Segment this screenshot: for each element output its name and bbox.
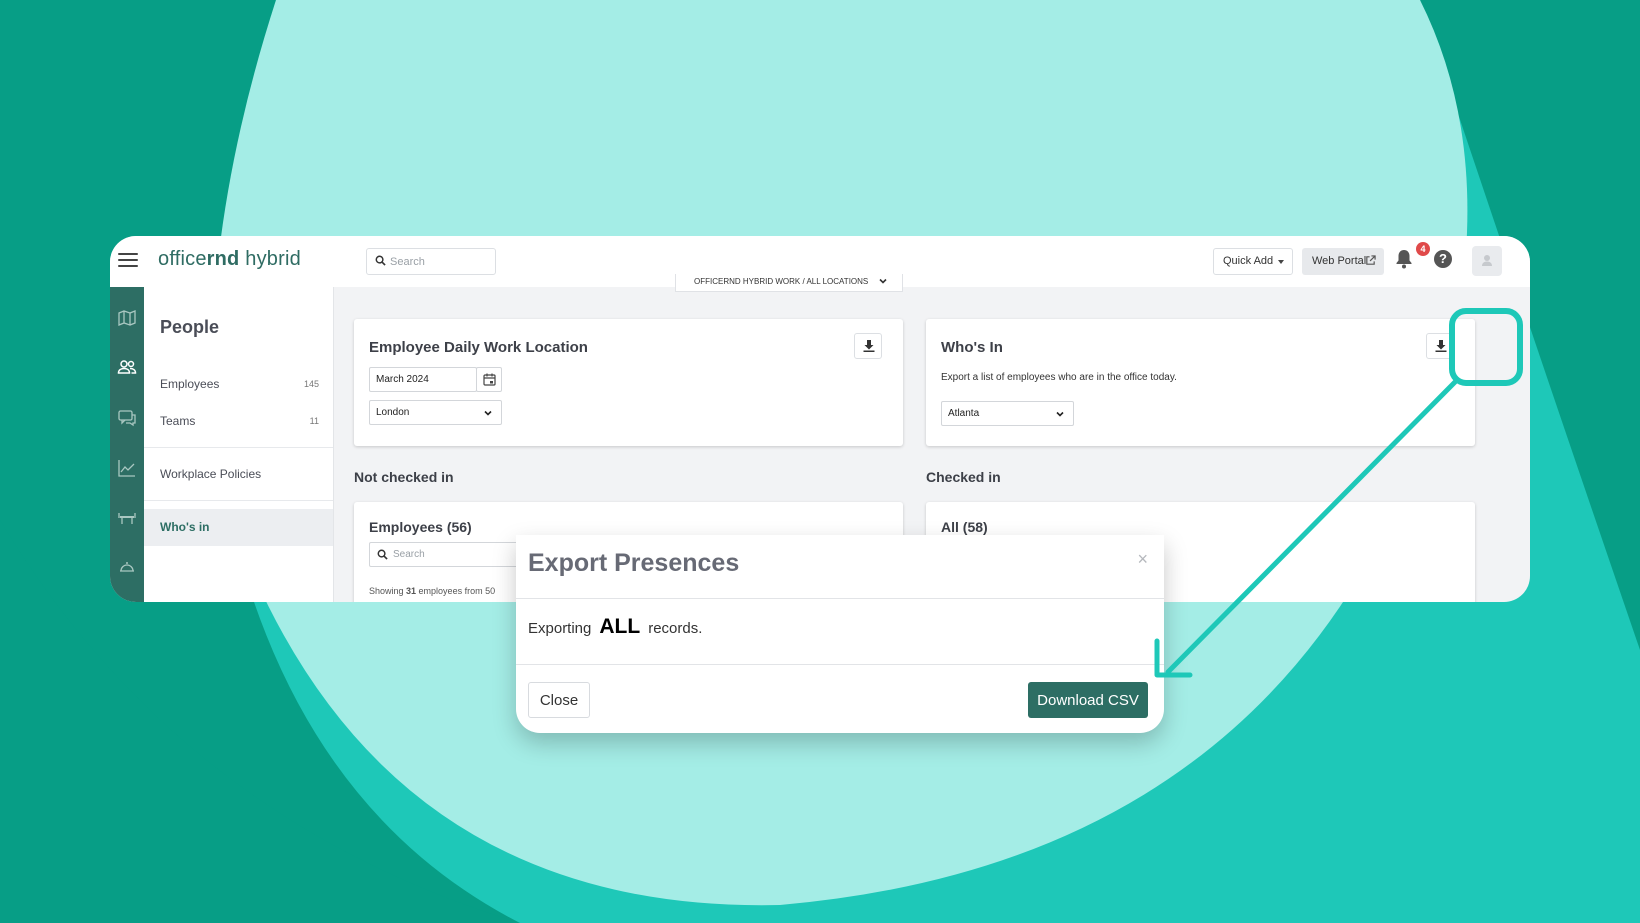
app-logo: officernd hybrid — [158, 248, 301, 270]
sidebar-title: People — [160, 317, 220, 337]
whos-in-card: Who's In Export a list of employees who … — [926, 319, 1475, 446]
web-portal-button[interactable]: Web Portal — [1302, 248, 1384, 275]
sidebar-item-workplace-policies[interactable]: Workplace Policies — [144, 457, 333, 491]
employee-search[interactable]: Search — [369, 542, 519, 567]
sidebar-divider — [144, 447, 333, 448]
modal-divider — [516, 598, 1164, 599]
whos-in-download-button[interactable] — [1426, 333, 1454, 359]
modal-body-text: Exporting ALL records. — [528, 615, 703, 638]
whos-in-description: Export a list of employees who are in th… — [941, 372, 1177, 383]
modal-divider — [516, 664, 1164, 665]
export-presences-modal: Export Presences × Exporting ALL records. … — [516, 535, 1164, 733]
card-title: Employees (56) — [369, 519, 472, 535]
breadcrumb[interactable]: OFFICERND HYBRID WORK / ALL LOCATIONS — [675, 274, 903, 292]
search-icon — [375, 255, 386, 266]
chevron-down-icon — [1056, 411, 1064, 417]
global-search[interactable] — [366, 248, 496, 275]
download-csv-button[interactable]: Download CSV — [1028, 682, 1148, 718]
calendar-icon — [483, 373, 496, 386]
card-title: Who's In — [941, 339, 1003, 356]
sidebar-item-teams[interactable]: Teams 11 — [144, 404, 333, 438]
sidebar-item-whos-in[interactable]: Who's in — [144, 509, 333, 546]
daily-download-button[interactable] — [854, 333, 882, 359]
download-icon — [863, 340, 875, 352]
teams-count: 11 — [309, 416, 319, 426]
caret-down-icon — [1278, 260, 1284, 264]
chevron-down-icon — [484, 410, 492, 416]
quick-add-button[interactable]: Quick Add — [1213, 248, 1293, 275]
employees-count: 145 — [303, 379, 319, 389]
download-icon — [1435, 340, 1447, 352]
month-picker[interactable]: March 2024 — [369, 367, 477, 392]
help-icon[interactable]: ? — [1434, 250, 1452, 268]
people-sidebar: People Employees 145 Teams 11 Workplace Po… — [144, 287, 334, 602]
desk-icon[interactable] — [117, 508, 137, 528]
modal-title: Export Presences — [528, 549, 740, 577]
menu-icon[interactable] — [118, 250, 138, 270]
location-select[interactable]: London — [369, 400, 502, 425]
section-heading: Not checked in — [354, 469, 454, 485]
daily-work-location-card: Employee Daily Work Location March 2024 … — [354, 319, 903, 446]
sidebar-item-employees[interactable]: Employees 145 — [144, 367, 333, 401]
map-icon[interactable] — [117, 308, 137, 328]
section-heading: Checked in — [926, 469, 1001, 485]
chat-icon[interactable] — [117, 408, 137, 428]
search-icon — [377, 549, 388, 560]
global-search-input[interactable] — [390, 253, 490, 271]
card-title: Employee Daily Work Location — [369, 339, 588, 356]
user-avatar[interactable] — [1472, 246, 1502, 276]
notification-badge: 4 — [1416, 242, 1430, 256]
location-select[interactable]: Atlanta — [941, 401, 1074, 426]
close-button[interactable]: Close — [528, 682, 590, 718]
calendar-button[interactable] — [476, 367, 502, 392]
user-icon — [1482, 255, 1492, 266]
bell-icon[interactable] — [1395, 249, 1413, 269]
external-link-icon — [1366, 255, 1376, 265]
reception-icon[interactable] — [117, 557, 137, 577]
chart-icon[interactable] — [117, 458, 137, 478]
chevron-down-icon — [879, 278, 887, 284]
people-icon[interactable] — [117, 357, 137, 377]
close-icon[interactable]: × — [1137, 549, 1148, 570]
icon-rail — [110, 287, 144, 602]
sidebar-divider — [144, 500, 333, 501]
card-title: All (58) — [941, 519, 988, 535]
showing-count-text: Showing 31 employees from 50 — [369, 586, 496, 596]
